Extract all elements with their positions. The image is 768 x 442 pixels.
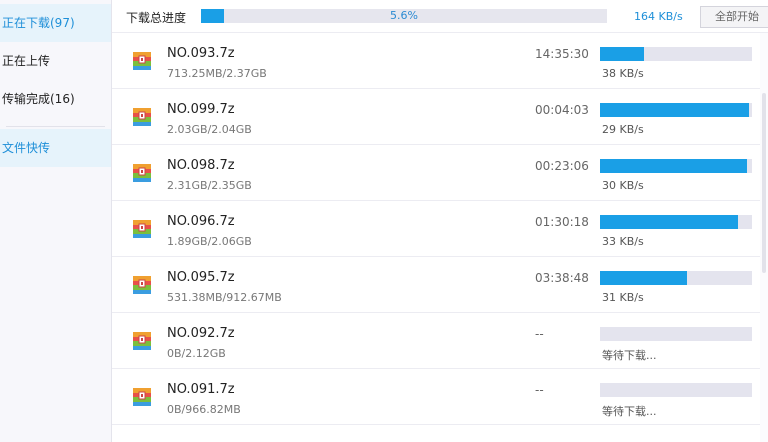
file-progress-track	[600, 103, 752, 117]
file-name: NO.092.7z	[167, 326, 235, 341]
download-status: 31 KB/s	[602, 291, 644, 304]
archive-file-icon	[133, 220, 151, 238]
archive-file-icon	[133, 164, 151, 182]
file-name: NO.096.7z	[167, 214, 235, 229]
file-size: 713.25MB/2.37GB	[167, 67, 267, 80]
sidebar-item-downloading[interactable]: 正在下载(97)	[0, 4, 111, 42]
file-name: NO.093.7z	[167, 46, 235, 61]
total-speed: 164 KB/s	[634, 10, 683, 23]
file-size: 531.38MB/912.67MB	[167, 291, 282, 304]
remaining-time: --	[535, 383, 544, 397]
file-size: 0B/2.12GB	[167, 347, 226, 360]
archive-file-icon	[133, 332, 151, 350]
download-row[interactable]: NO.095.7z 531.38MB/912.67MB 03:38:48 31 …	[112, 257, 760, 313]
download-status: 等待下载...	[602, 349, 657, 362]
scrollbar-thumb[interactable]	[762, 93, 766, 273]
file-progress-fill	[600, 47, 645, 61]
file-progress-fill	[600, 159, 748, 173]
file-progress-track	[600, 327, 752, 341]
file-progress-track	[600, 215, 752, 229]
file-size: 1.89GB/2.06GB	[167, 235, 252, 248]
remaining-time: 14:35:30	[535, 47, 589, 61]
download-row[interactable]: NO.092.7z 0B/2.12GB -- 等待下载...	[112, 313, 760, 369]
file-name: NO.095.7z	[167, 270, 235, 285]
sidebar-item-quick-transfer[interactable]: 文件快传	[0, 129, 111, 167]
remaining-time: 03:38:48	[535, 271, 589, 285]
file-size: 0B/966.82MB	[167, 403, 241, 416]
download-row[interactable]: NO.096.7z 1.89GB/2.06GB 01:30:18 33 KB/s	[112, 201, 760, 257]
remaining-time: 00:04:03	[535, 103, 589, 117]
download-status: 30 KB/s	[602, 179, 644, 192]
sidebar-divider	[6, 126, 105, 127]
total-progress-label: 下载总进度	[126, 11, 187, 25]
download-row[interactable]: NO.099.7z 2.03GB/2.04GB 00:04:03 29 KB/s	[112, 89, 760, 145]
archive-file-icon	[133, 52, 151, 70]
file-progress-fill	[600, 271, 687, 285]
file-progress-track	[600, 383, 752, 397]
remaining-time: 00:23:06	[535, 159, 589, 173]
file-progress-track	[600, 159, 752, 173]
download-status: 33 KB/s	[602, 235, 644, 248]
download-status: 38 KB/s	[602, 67, 644, 80]
file-progress-track	[600, 47, 752, 61]
file-progress-fill	[600, 103, 749, 117]
download-row[interactable]: NO.093.7z 713.25MB/2.37GB 14:35:30 38 KB…	[112, 33, 760, 89]
total-progress-bar-area: 下载总进度 5.6% 164 KB/s 全部开始	[112, 0, 768, 33]
file-name: NO.091.7z	[167, 382, 235, 397]
total-progress-percent: 5.6%	[390, 9, 418, 22]
archive-file-icon	[133, 388, 151, 406]
file-name: NO.099.7z	[167, 102, 235, 117]
sidebar: 正在下载(97) 正在上传 传输完成(16) 文件快传	[0, 0, 112, 442]
scrollbar[interactable]	[760, 33, 768, 442]
file-name: NO.098.7z	[167, 158, 235, 173]
download-row[interactable]: NO.091.7z 0B/966.82MB -- 等待下载...	[112, 369, 760, 425]
file-size: 2.31GB/2.35GB	[167, 179, 252, 192]
file-progress-fill	[600, 215, 739, 229]
remaining-time: --	[535, 327, 544, 341]
archive-file-icon	[133, 276, 151, 294]
file-size: 2.03GB/2.04GB	[167, 123, 252, 136]
sidebar-item-uploading[interactable]: 正在上传	[0, 42, 111, 80]
remaining-time: 01:30:18	[535, 215, 589, 229]
sidebar-item-completed[interactable]: 传输完成(16)	[0, 80, 111, 118]
archive-file-icon	[133, 108, 151, 126]
file-progress-track	[600, 271, 752, 285]
total-progress-track: 5.6%	[201, 9, 607, 23]
download-row[interactable]: NO.098.7z 2.31GB/2.35GB 00:23:06 30 KB/s	[112, 145, 760, 201]
download-status: 等待下载...	[602, 405, 657, 418]
start-all-button[interactable]: 全部开始	[700, 6, 768, 28]
download-status: 29 KB/s	[602, 123, 644, 136]
download-list: NO.093.7z 713.25MB/2.37GB 14:35:30 38 KB…	[112, 33, 760, 442]
